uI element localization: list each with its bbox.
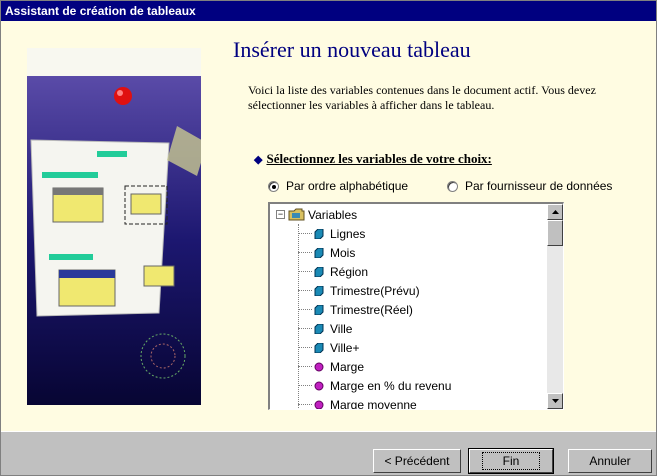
tree-item-dimension[interactable]: Mois	[314, 243, 355, 262]
dimension-cube-icon	[314, 266, 324, 277]
tree-connector	[298, 271, 312, 272]
dimension-cube-icon	[314, 285, 324, 296]
arrow-down-icon	[552, 399, 559, 403]
scroll-down-button[interactable]	[547, 393, 563, 409]
tree-item-label: Ville	[330, 321, 353, 336]
arrow-up-icon	[552, 210, 559, 214]
scroll-thumb[interactable]	[547, 220, 563, 246]
radio-alphabetical-label: Par ordre alphabétique	[286, 179, 409, 193]
dimension-cube-icon	[314, 304, 324, 315]
select-variables-label: Sélectionnez les variables de votre choi…	[266, 151, 492, 166]
tree-item-dimension[interactable]: Lignes	[314, 224, 365, 243]
select-variables-title: ◆ Sélectionnez les variables de votre cho…	[254, 151, 492, 167]
tree-item-label: Marge moyenne	[330, 397, 417, 410]
description-text: Voici la liste des variables contenues d…	[248, 83, 596, 112]
variables-tree[interactable]: − Variables Lignes Mois Région Trimestre(Pr…	[268, 202, 564, 410]
dimension-cube-icon	[314, 228, 324, 239]
tree-item-label: Trimestre(Prévu)	[330, 283, 420, 298]
tree-item-label: Ville+	[330, 340, 360, 355]
dimension-cube-icon	[314, 247, 324, 258]
tree-connector	[298, 309, 312, 310]
tree-item-measure[interactable]: Marge	[314, 357, 364, 376]
radio-alphabetical-dot[interactable]	[268, 180, 279, 192]
finish-button[interactable]: Fin	[468, 448, 554, 474]
folder-icon	[288, 208, 305, 221]
diamond-bullet-icon: ◆	[254, 154, 263, 166]
tree-connector	[298, 252, 312, 253]
radio-data-provider-label: Par fournisseur de données	[465, 179, 613, 193]
tree-item-label: Marge en % du revenu	[330, 378, 452, 393]
tree-item-dimension[interactable]: Ville+	[314, 338, 359, 357]
measure-icon	[314, 400, 324, 409]
dimension-cube-icon	[314, 323, 324, 334]
tree-connector	[298, 404, 312, 405]
measure-icon	[314, 381, 324, 390]
tree-item-label: Mois	[330, 245, 356, 260]
tree-item-label: Trimestre(Réel)	[330, 302, 413, 317]
tree-root[interactable]: Variables	[288, 205, 357, 224]
tree-item-measure[interactable]: Marge en % du revenu	[314, 376, 451, 395]
collapse-toggle[interactable]: −	[276, 210, 285, 219]
tree-item-dimension[interactable]: Ville	[314, 319, 352, 338]
tree-item-dimension[interactable]: Trimestre(Réel)	[314, 300, 413, 319]
back-button[interactable]: < Précédent	[373, 449, 461, 473]
wizard-illustration	[27, 48, 201, 405]
variables-tree-list: − Variables Lignes Mois Région Trimestre(Pr…	[270, 204, 547, 409]
tree-root-label: Variables	[308, 207, 358, 222]
tree-connector	[298, 347, 312, 348]
dimension-cube-icon	[314, 342, 324, 353]
finish-button-label: Fin	[481, 452, 541, 470]
button-bar	[1, 431, 656, 475]
radio-alphabetical[interactable]: Par ordre alphabétique	[268, 178, 408, 194]
tree-item-measure[interactable]: Marge moyenne	[314, 395, 417, 409]
window-title: Assistant de création de tableaux	[1, 1, 656, 21]
tree-item-dimension[interactable]: Région	[314, 262, 368, 281]
measure-icon	[314, 362, 324, 371]
tree-item-label: Lignes	[330, 226, 366, 241]
wizard-window: Assistant de création de tableaux Insére…	[0, 0, 657, 476]
tree-connector	[298, 385, 312, 386]
tree-connector	[298, 290, 312, 291]
tree-item-label: Marge	[330, 359, 365, 374]
scroll-up-button[interactable]	[547, 204, 563, 220]
footer-divider	[1, 431, 656, 432]
radio-data-provider-dot[interactable]	[447, 180, 458, 192]
radio-data-provider[interactable]: Par fournisseur de données	[447, 178, 612, 194]
tree-item-label: Région	[330, 264, 369, 279]
tree-connector	[298, 233, 312, 234]
cancel-button[interactable]: Annuler	[568, 449, 652, 473]
tree-scrollbar[interactable]	[547, 204, 563, 409]
tree-connector	[298, 366, 312, 367]
tree-item-dimension[interactable]: Trimestre(Prévu)	[314, 281, 420, 300]
tree-connector	[298, 328, 312, 329]
page-title: Insérer un nouveau tableau	[233, 37, 471, 62]
